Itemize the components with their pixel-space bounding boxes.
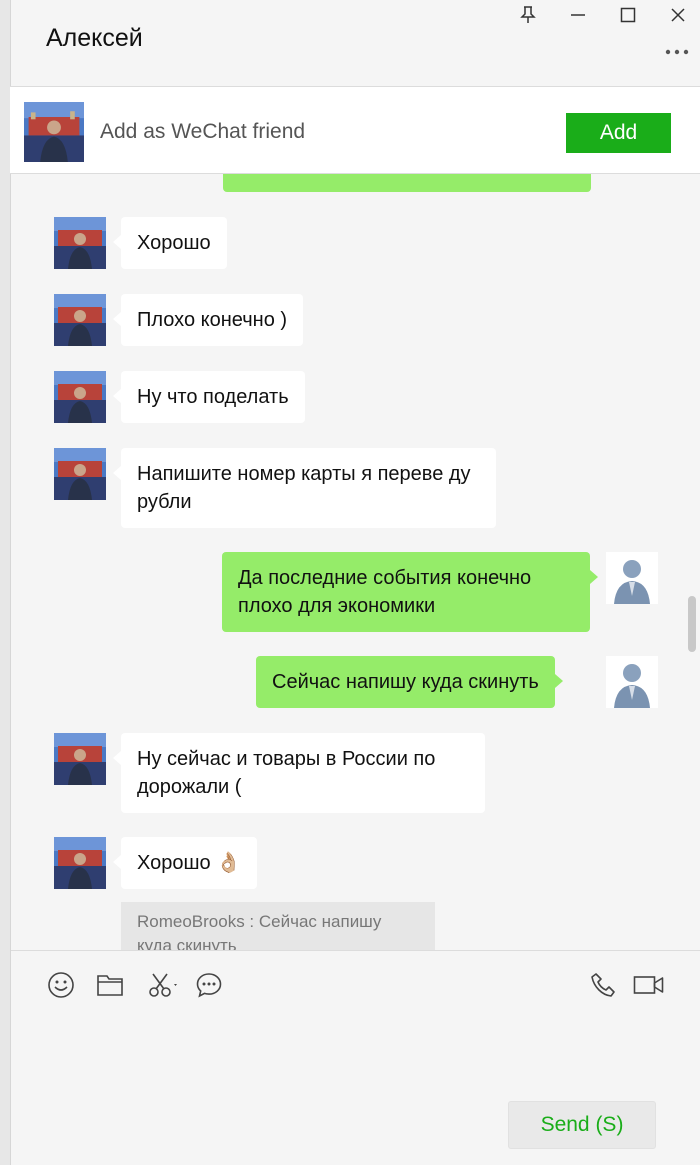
contact-avatar[interactable]	[24, 102, 84, 162]
contact-avatar[interactable]	[54, 448, 106, 500]
incoming-message[interactable]: Ну сейчас и товары в России по дорожали …	[113, 733, 485, 813]
contact-avatar[interactable]	[54, 217, 106, 269]
my-avatar[interactable]	[606, 552, 658, 604]
phone-icon[interactable]	[588, 969, 620, 1001]
quoted-message[interactable]: RomeoBrooks : Сейчас напишу куда скинуть	[121, 902, 435, 950]
incoming-message[interactable]: Хорошо 👌🏼	[112, 837, 258, 889]
incoming-message[interactable]: Напишите номер карты я переве ду рубли	[113, 448, 496, 528]
contact-avatar[interactable]	[54, 371, 106, 423]
folder-icon[interactable]	[94, 969, 126, 1001]
minimize-icon[interactable]	[563, 2, 593, 28]
message-list[interactable]: Хорошо Плохо конечно ) Ну что поделать Н…	[10, 174, 700, 950]
my-avatar[interactable]	[606, 656, 658, 708]
outgoing-message[interactable]: Сейчас напишу куда скинуть	[256, 656, 563, 708]
emoji-icon[interactable]	[45, 969, 77, 1001]
pin-icon[interactable]	[513, 2, 543, 28]
outgoing-message[interactable]: Да последние события конечно плохо для э…	[222, 552, 598, 632]
message-input[interactable]	[30, 1017, 680, 1097]
add-friend-button[interactable]: Add	[566, 113, 671, 153]
compose-area: Send (S)	[10, 950, 700, 1165]
send-button[interactable]: Send (S)	[508, 1101, 656, 1149]
add-friend-banner: Add as WeChat friend Add	[10, 86, 700, 174]
contact-avatar[interactable]	[54, 733, 106, 785]
more-options-icon[interactable]	[664, 40, 690, 64]
maximize-icon[interactable]	[613, 2, 643, 28]
add-friend-prompt: Add as WeChat friend	[100, 120, 306, 143]
incoming-message[interactable]: Ну что поделать	[113, 371, 305, 423]
title-bar: Алексей	[10, 0, 700, 86]
chat-history-icon[interactable]	[193, 969, 225, 1001]
close-icon[interactable]	[663, 2, 693, 28]
contact-avatar[interactable]	[54, 837, 106, 889]
video-call-icon[interactable]	[631, 969, 667, 1001]
chat-window: Алексей Add as WeChat friend Add Хорошо …	[0, 0, 700, 1165]
scissors-icon[interactable]	[144, 969, 184, 1001]
chat-title: Алексей	[46, 24, 143, 52]
contact-avatar[interactable]	[54, 294, 106, 346]
message-bubble-partial	[223, 174, 591, 192]
incoming-message[interactable]: Плохо конечно )	[112, 294, 304, 346]
message-scrollbar[interactable]	[688, 596, 696, 652]
incoming-message[interactable]: Хорошо	[113, 217, 227, 269]
